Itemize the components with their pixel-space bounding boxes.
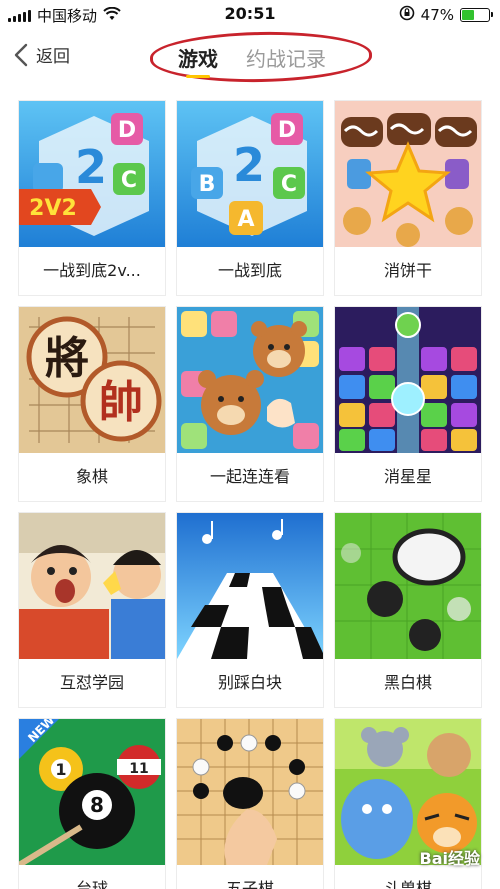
game-card[interactable]: 一起连连看 xyxy=(176,306,324,502)
tab-battle-records[interactable]: 约战记录 xyxy=(246,43,326,72)
game-thumbnail: D B C A 2 xyxy=(177,101,323,247)
game-thumbnail xyxy=(177,719,323,865)
game-label: 一战到底2v... xyxy=(43,261,141,280)
game-card[interactable]: 五子棋 xyxy=(176,718,324,889)
game-card[interactable]: D B C A 2 一战到底 xyxy=(176,100,324,296)
game-label: 消星星 xyxy=(383,467,432,486)
status-bar: 中国移动 20:51 47% xyxy=(0,0,500,30)
game-card[interactable]: NEW 1 11 8 台球 xyxy=(18,718,166,889)
game-label: 一战到底 xyxy=(217,261,282,280)
game-label: 互怼学园 xyxy=(59,673,124,692)
letter-tile: C xyxy=(281,172,297,197)
chess-glyph: 將 xyxy=(45,333,89,384)
game-badge: 2V2 xyxy=(29,196,77,221)
ball-number: 8 xyxy=(90,793,104,817)
back-button[interactable]: 返回 xyxy=(14,42,70,67)
game-thumbnail xyxy=(335,101,481,247)
letter-tile: 2 xyxy=(233,138,265,192)
game-thumbnail xyxy=(177,307,323,453)
game-label: 斗兽棋 xyxy=(383,879,432,889)
game-thumbnail xyxy=(177,513,323,659)
game-label: 台球 xyxy=(75,879,108,889)
game-card[interactable]: 消饼干 xyxy=(334,100,482,296)
game-thumbnail: D C 2 2V2 xyxy=(19,101,165,247)
tab-bar: 游戏 约战记录 xyxy=(149,30,373,84)
game-thumbnail xyxy=(335,307,481,453)
battery-percent: 47% xyxy=(420,6,454,24)
game-card[interactable]: 將 帥 象棋 xyxy=(18,306,166,502)
watermark: Bai经验 xyxy=(419,849,480,868)
game-thumbnail: 將 帥 xyxy=(19,307,165,453)
game-thumbnail xyxy=(335,719,481,865)
game-label: 五子棋 xyxy=(225,879,274,889)
rotation-lock-icon xyxy=(399,5,415,25)
game-card[interactable]: 别踩白块 xyxy=(176,512,324,708)
game-label: 黑白棋 xyxy=(383,673,432,692)
ball-number: 1 xyxy=(55,760,66,779)
letter-tile: B xyxy=(199,172,216,197)
letter-tile: 2 xyxy=(75,140,107,194)
game-label: 别踩白块 xyxy=(217,673,282,692)
battery-icon xyxy=(460,8,493,22)
letter-tile: A xyxy=(237,207,254,232)
battery-fill xyxy=(462,10,475,20)
game-card[interactable]: 互怼学园 xyxy=(18,512,166,708)
letter-tile: D xyxy=(118,118,136,143)
game-thumbnail xyxy=(19,513,165,659)
chevron-left-icon xyxy=(14,43,28,66)
chess-glyph: 帥 xyxy=(99,377,143,428)
game-card[interactable]: 消星星 xyxy=(334,306,482,502)
tab-games[interactable]: 游戏 xyxy=(178,43,218,78)
game-label: 象棋 xyxy=(75,467,108,486)
header: 返回 游戏 约战记录 xyxy=(0,30,500,85)
letter-tile: C xyxy=(121,168,137,193)
letter-tile: D xyxy=(278,118,296,143)
game-thumbnail xyxy=(335,513,481,659)
game-card[interactable]: 黑白棋 xyxy=(334,512,482,708)
back-label: 返回 xyxy=(36,47,70,67)
game-card[interactable]: D C 2 2V2 一战到底2v... xyxy=(18,100,166,296)
game-label: 一起连连看 xyxy=(209,467,290,486)
status-right: 47% xyxy=(399,5,493,25)
ball-number: 11 xyxy=(129,761,148,777)
game-thumbnail: NEW 1 11 8 xyxy=(19,719,165,865)
game-label: 消饼干 xyxy=(383,261,432,280)
